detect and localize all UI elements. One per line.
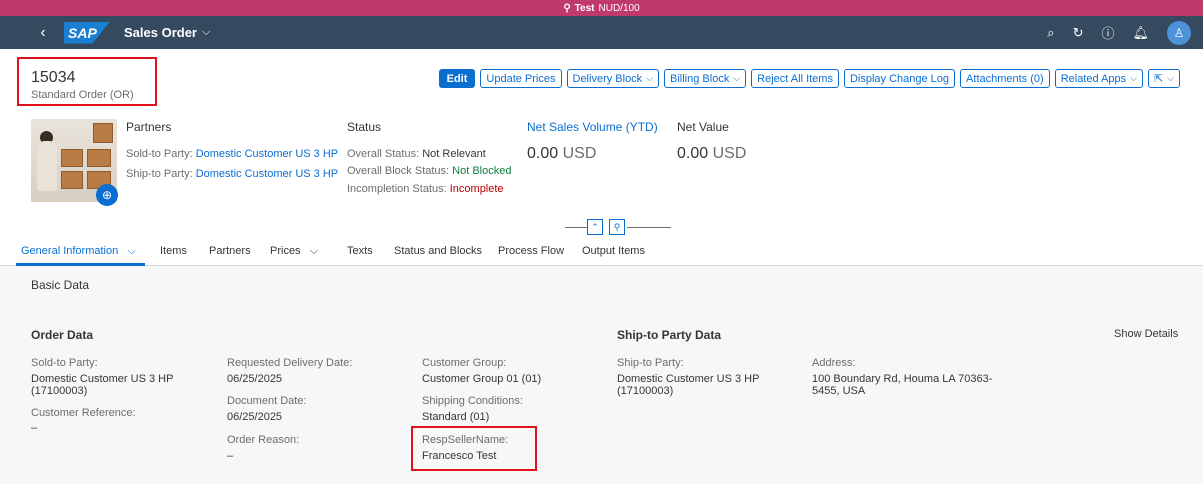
net-value-unit: USD — [712, 145, 747, 162]
highlight-box-order — [17, 57, 157, 106]
tab-texts[interactable]: Texts — [347, 245, 373, 257]
show-details-link[interactable]: Show Details — [1114, 328, 1178, 340]
collapse-header-button[interactable]: ⌃ — [587, 219, 603, 235]
shipping-cond-label: Shipping Conditions: — [422, 395, 523, 407]
attachments-button[interactable]: Attachments (0) — [960, 69, 1050, 88]
net-sales-amount: 0.00 — [527, 145, 559, 162]
incompletion-status-value[interactable]: Incomplete — [450, 183, 504, 195]
incompletion-status-row: Incompletion Status: Incomplete — [347, 183, 504, 195]
system-icon: ⚲ — [563, 2, 571, 14]
user-icon: ♙ — [1173, 25, 1185, 40]
system-bar: ⚲ Test NUD/100 — [0, 0, 1203, 16]
reject-all-items-button[interactable]: Reject All Items — [751, 69, 839, 88]
ship-to-row: Ship-to Party: Domestic Customer US 3 HP — [126, 168, 338, 180]
sold-to-field-link[interactable]: Domestic Customer US 3 HP (17100003) — [31, 373, 173, 397]
tab-output-items[interactable]: Output Items — [582, 245, 645, 257]
share-icon: ⇱ — [1153, 73, 1164, 85]
customer-ref-value: – — [31, 422, 38, 434]
share-button[interactable]: ⇱ ⌵ — [1147, 69, 1180, 88]
pin-icon: ⚲ — [613, 221, 621, 232]
zoom-icon[interactable]: ⊕ — [96, 184, 118, 206]
doc-date-value: 06/25/2025 — [227, 411, 283, 423]
edit-button[interactable]: Edit — [438, 69, 476, 88]
chevron-down-icon: ⌵ — [202, 26, 211, 38]
basic-data-section: Basic Data Order Data Ship-to Party Data… — [0, 266, 1203, 484]
partners-title: Partners — [126, 120, 172, 134]
net-value-kpi: 0.00 USD — [677, 145, 746, 163]
header-collapse-controls: ⌃ ⚲ — [565, 217, 673, 239]
tab-items[interactable]: Items — [160, 245, 187, 257]
order-reason-value: – — [227, 450, 234, 462]
basic-data-title: Basic Data — [31, 278, 90, 292]
block-status-label: Overall Block Status: — [347, 165, 450, 177]
sold-to-link[interactable]: Domestic Customer US 3 HP — [196, 148, 338, 160]
tab-prices[interactable]: Prices ⌵ — [270, 245, 318, 258]
address-label: Address: — [812, 357, 856, 369]
bell-icon[interactable]: 🔔︎ — [1132, 25, 1149, 41]
customer-group-value: Customer Group 01 (01) — [422, 373, 542, 385]
order-reason-label: Order Reason: — [227, 434, 300, 446]
highlight-box-seller — [411, 426, 537, 471]
overall-status-label: Overall Status: — [347, 148, 420, 160]
app-title: Sales Order — [124, 25, 197, 40]
object-header: 15034 Standard Order (OR) Edit Update Pr… — [0, 49, 1203, 266]
overall-status-row: Overall Status: Not Relevant — [347, 148, 486, 160]
net-value-amount: 0.00 — [677, 145, 709, 162]
related-apps-button[interactable]: Related Apps ⌵ — [1054, 69, 1143, 88]
incompletion-status-label: Incompletion Status: — [347, 183, 447, 195]
tab-general-information[interactable]: General Information ⌵ — [21, 245, 136, 258]
chevron-down-icon: ⌵ — [646, 73, 654, 83]
order-data-title: Order Data — [31, 328, 94, 342]
block-status-row: Overall Block Status: Not Blocked — [347, 165, 511, 177]
customer-ref-label: Customer Reference: — [31, 407, 136, 419]
net-sales-unit: USD — [562, 145, 597, 162]
chevron-up-icon: ⌃ — [591, 221, 599, 232]
customer-group-label: Customer Group: — [422, 357, 507, 369]
header-actions: Edit Update Prices Delivery Block ⌵ Billi… — [438, 69, 1180, 88]
delivery-block-button[interactable]: Delivery Block ⌵ — [566, 69, 660, 88]
ship-to-field-label: Ship-to Party: — [617, 357, 684, 369]
chevron-down-icon: ⌵ — [1167, 73, 1174, 83]
doc-date-label: Document Date: — [227, 395, 307, 407]
app-title-menu[interactable]: Sales Order ⌵ — [124, 25, 210, 40]
chevron-down-icon: ⌵ — [309, 245, 319, 257]
block-status-value: Not Blocked — [452, 165, 512, 177]
shell-bar: ‹ SAP Sales Order ⌵ ⌕ ↻ ⓘ 🔔︎ ♙ — [0, 16, 1203, 49]
display-change-log-button[interactable]: Display Change Log — [843, 69, 956, 88]
question-icon[interactable]: ⓘ — [1101, 23, 1114, 42]
req-delivery-value: 06/25/2025 — [227, 373, 283, 385]
status-title: Status — [347, 120, 382, 134]
tab-partners[interactable]: Partners — [209, 245, 251, 257]
sold-to-field-label: Sold-to Party: — [31, 357, 98, 369]
ship-to-field-link[interactable]: Domestic Customer US 3 HP (17100003) — [617, 373, 759, 397]
sold-to-row: Sold-to Party: Domestic Customer US 3 HP — [126, 148, 338, 160]
section-tabs: General Information ⌵ Items Partners Pri… — [0, 237, 1203, 266]
search-icon[interactable]: ⌕ — [1047, 25, 1054, 41]
system-client: NUD/100 — [598, 2, 640, 14]
sold-to-label: Sold-to Party: — [126, 148, 193, 160]
chevron-down-icon: ⌵ — [733, 73, 741, 83]
shipping-cond-value: Standard (01) — [422, 411, 490, 423]
ship-to-link[interactable]: Domestic Customer US 3 HP — [196, 168, 338, 180]
tab-status-and-blocks[interactable]: Status and Blocks — [394, 245, 482, 257]
overall-status-value: Not Relevant — [422, 148, 486, 160]
address-value: 100 Boundary Rd, Houma LA 70363- 5455, U… — [812, 373, 993, 397]
net-value-title: Net Value — [677, 120, 729, 134]
user-avatar[interactable]: ♙ — [1167, 20, 1191, 45]
pin-header-button[interactable]: ⚲ — [609, 219, 625, 235]
ship-to-data-title: Ship-to Party Data — [617, 328, 722, 342]
tab-process-flow[interactable]: Process Flow — [498, 245, 564, 257]
update-prices-button[interactable]: Update Prices — [480, 69, 562, 88]
billing-block-button[interactable]: Billing Block ⌵ — [664, 69, 747, 88]
chevron-down-icon: ⌵ — [1130, 73, 1137, 83]
ship-to-label: Ship-to Party: — [126, 168, 193, 180]
chevron-down-icon: ⌵ — [127, 245, 136, 257]
back-icon[interactable]: ‹ — [28, 24, 58, 42]
net-sales-kpi: 0.00 USD — [527, 145, 596, 163]
net-sales-title[interactable]: Net Sales Volume (YTD) — [527, 120, 658, 134]
req-delivery-label: Requested Delivery Date: — [227, 357, 353, 369]
help-icon[interactable]: ↻ — [1073, 25, 1084, 41]
system-label: Test — [574, 2, 595, 14]
sap-logo[interactable]: SAP — [64, 21, 110, 44]
